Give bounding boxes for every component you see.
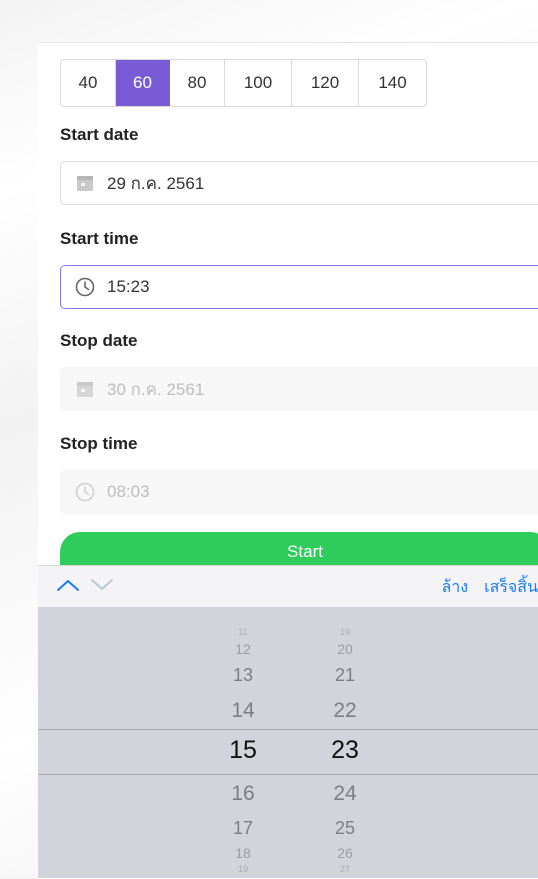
calendar-icon [75,379,95,399]
stop-date-field: 30 ก.ค. 2561 [60,367,538,411]
start-date-field[interactable]: 29 ก.ค. 2561 [60,161,538,205]
minute-option: 24 [333,782,357,805]
rate-option-100[interactable]: 100 [225,60,292,106]
hour-option: 13 [232,665,254,685]
calendar-icon [75,173,95,193]
minute-option: 26 [337,845,353,861]
time-picker[interactable]: 11 12 13 14 15 16 17 18 19 19 20 21 22 2… [38,607,538,878]
hour-option: 18 [235,845,251,861]
start-time-label: Start time [60,229,139,248]
picker-selection-band [38,729,538,775]
rate-option-60[interactable]: 60 [116,60,170,106]
minute-option: 27 [339,864,350,874]
rate-option-80[interactable]: 80 [170,60,225,106]
clock-icon [75,482,95,502]
minute-option: 19 [339,627,350,637]
start-date-value: 29 ก.ค. 2561 [107,173,205,193]
clock-icon [75,277,95,297]
hour-option: 12 [235,641,251,657]
clear-button[interactable]: ล้าง [441,575,468,600]
rate-option-140[interactable]: 140 [359,60,426,106]
stop-time-label: Stop time [60,434,138,453]
stop-time-value: 08:03 [107,482,150,501]
start-date-label: Start date [60,125,139,144]
minute-selected: 23 [331,736,359,764]
minute-option: 20 [337,641,353,657]
minute-option: 21 [334,665,356,685]
rate-selector: 40 60 80 100 120 140 [60,59,427,107]
stop-date-value: 30 ก.ค. 2561 [107,379,205,399]
chevron-up-icon[interactable] [56,578,80,597]
start-time-value: 15:23 [107,277,150,296]
minute-option: 22 [333,699,357,722]
hour-option: 19 [237,864,248,874]
done-button[interactable]: เสร็จสิ้น [484,575,538,600]
minute-option: 25 [334,818,356,838]
stop-time-field: 08:03 [60,470,538,514]
hour-option: 11 [238,627,248,637]
start-time-field[interactable]: 15:23 [60,265,538,309]
keyboard-toolbar: ล้าง เสร็จสิ้น [38,565,538,608]
rate-option-40[interactable]: 40 [61,60,116,106]
hour-option: 14 [231,699,255,722]
stop-date-label: Stop date [60,331,138,350]
hour-option: 17 [232,818,254,838]
hour-selected: 15 [229,736,257,764]
chevron-down-icon[interactable] [90,578,114,597]
rate-option-120[interactable]: 120 [292,60,359,106]
hour-option: 16 [231,782,255,805]
